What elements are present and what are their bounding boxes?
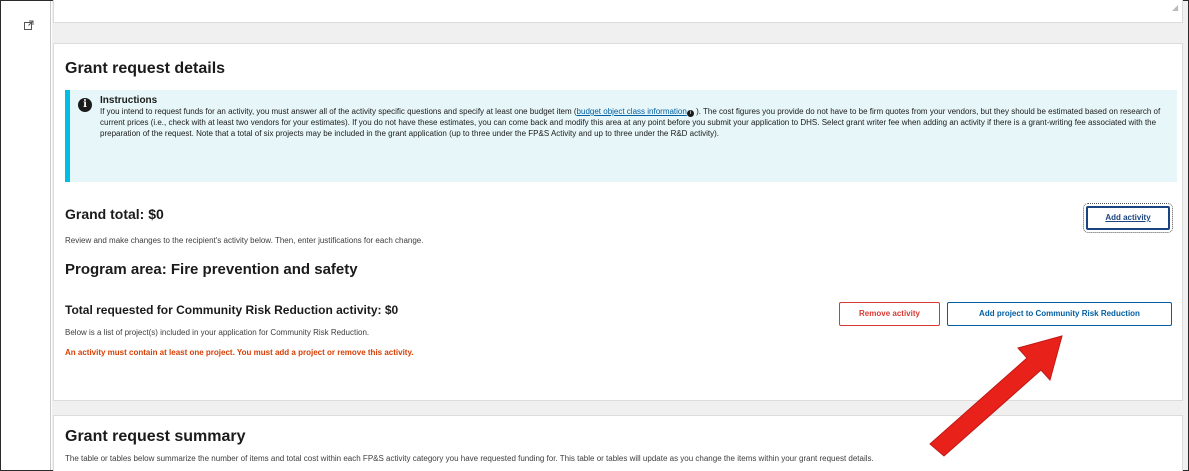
info-icon: i xyxy=(78,98,92,112)
info-icon: i xyxy=(686,110,694,117)
left-rail xyxy=(1,1,51,470)
review-text: Review and make changes to the recipient… xyxy=(65,236,424,245)
grant-request-details-card: Grant request details i Instructions If … xyxy=(53,43,1183,401)
instructions-alert: i Instructions If you intend to request … xyxy=(65,90,1177,182)
grant-request-summary-card: Grant request summary The table or table… xyxy=(53,415,1183,471)
section-title: Grant request details xyxy=(65,60,226,77)
activity-error-message: An activity must contain at least one pr… xyxy=(65,348,414,357)
add-activity-button[interactable]: Add activity xyxy=(1083,203,1173,233)
resize-handle[interactable]: ◢ xyxy=(1172,3,1178,13)
alert-body: If you intend to request funds for an ac… xyxy=(100,107,1161,138)
previous-section-card: ◢ xyxy=(53,0,1183,23)
grand-total: Grand total: $0 xyxy=(65,206,164,222)
add-project-button[interactable]: Add project to Community Risk Reduction xyxy=(947,302,1172,326)
page-canvas: ◢ Grant request details i Instructions I… xyxy=(52,0,1188,471)
summary-text: The table or tables below summarize the … xyxy=(65,454,874,463)
alert-title: Instructions xyxy=(100,95,158,106)
external-link-icon[interactable] xyxy=(24,20,34,30)
budget-object-class-link[interactable]: budget object class information xyxy=(577,107,687,116)
program-area-heading: Program area: Fire prevention and safety xyxy=(65,261,358,278)
project-list-text: Below is a list of project(s) included i… xyxy=(65,328,370,337)
summary-title: Grant request summary xyxy=(65,428,246,445)
total-requested-heading: Total requested for Community Risk Reduc… xyxy=(65,303,399,317)
remove-activity-button[interactable]: Remove activity xyxy=(839,302,940,326)
